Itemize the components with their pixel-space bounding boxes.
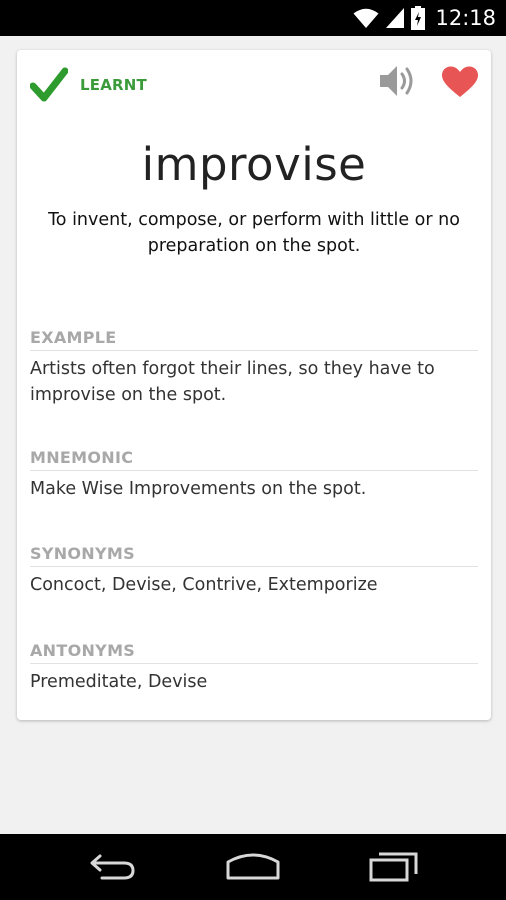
recents-icon[interactable]	[368, 848, 420, 884]
antonyms-section: ANTONYMS Premeditate, Devise	[30, 641, 478, 695]
back-icon[interactable]	[86, 848, 138, 884]
word-title: improvise	[141, 138, 367, 191]
section-text: Premeditate, Devise	[30, 672, 208, 692]
section-text: Artists often forgot their lines, so the…	[30, 359, 435, 405]
section-title: SYNONYMS	[30, 544, 478, 567]
word-definition: To invent, compose, or perform with litt…	[48, 210, 460, 256]
signal-icon	[386, 8, 405, 28]
section-text: Concoct, Devise, Contrive, Extemporize	[30, 575, 378, 595]
section-title: EXAMPLE	[30, 328, 478, 351]
example-section: EXAMPLE Artists often forgot their lines…	[30, 328, 478, 408]
section-title: ANTONYMS	[30, 641, 478, 664]
navigation-bar	[0, 834, 506, 900]
status-bar: 12:18	[0, 0, 506, 36]
home-icon[interactable]	[225, 848, 281, 884]
word-card: LEARNT improvise To invent, compose, or …	[17, 50, 491, 720]
section-title: MNEMONIC	[30, 448, 478, 471]
battery-icon	[411, 6, 426, 30]
wifi-icon	[353, 8, 379, 28]
checkmark-icon	[30, 67, 68, 102]
heart-icon[interactable]	[441, 66, 479, 98]
learnt-label: LEARNT	[80, 76, 147, 94]
learnt-status[interactable]: LEARNT	[30, 67, 147, 103]
synonyms-section: SYNONYMS Concoct, Devise, Contrive, Exte…	[30, 544, 478, 598]
status-time: 12:18	[435, 6, 496, 30]
status-icons: 12:18	[353, 0, 496, 36]
mnemonic-section: MNEMONIC Make Wise Improvements on the s…	[30, 448, 478, 502]
speaker-icon[interactable]	[377, 63, 417, 99]
section-text: Make Wise Improvements on the spot.	[30, 479, 367, 499]
